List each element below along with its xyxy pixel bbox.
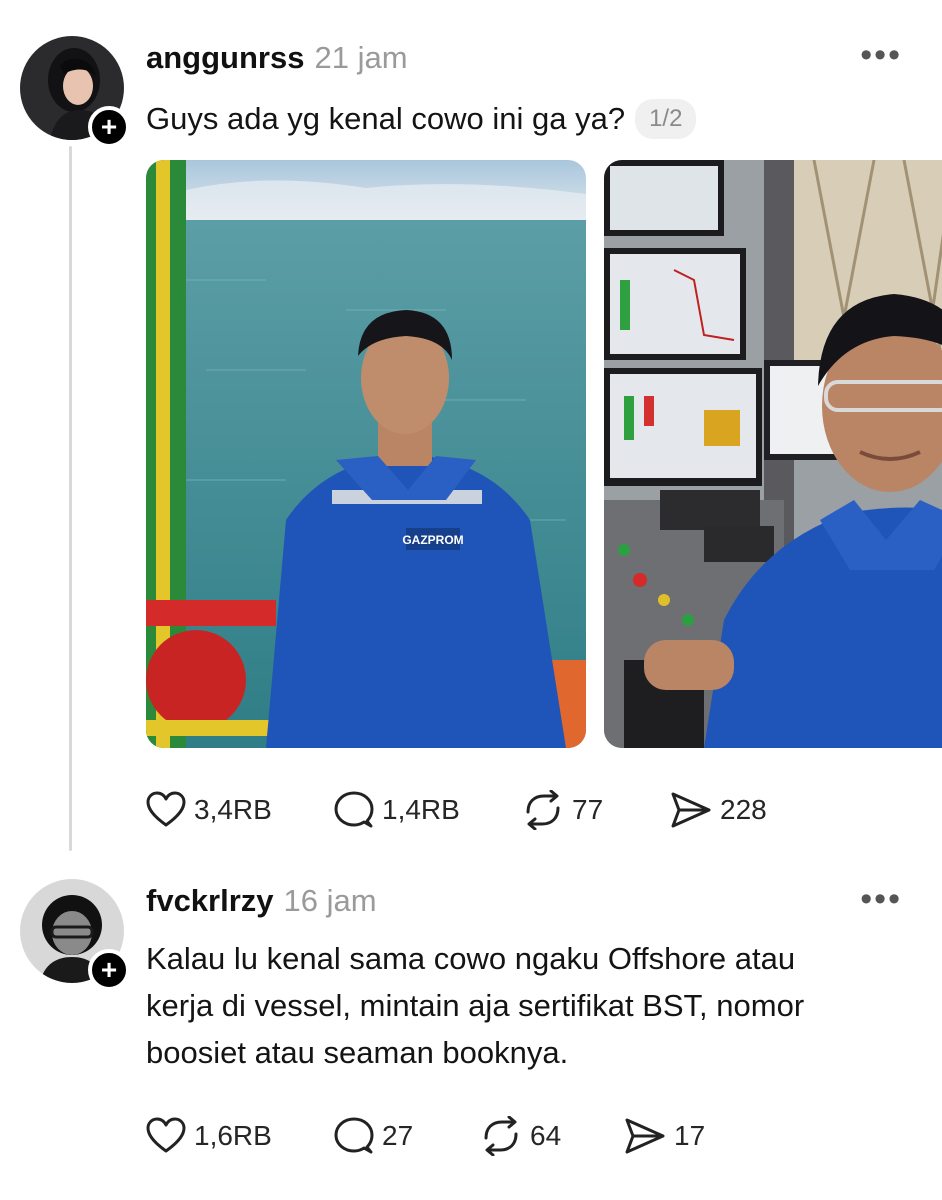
- share-count: 17: [674, 1120, 706, 1151]
- thread-connector-line: [69, 146, 72, 851]
- post-2-text: Kalau lu kenal sama cowo ngaku Offshore …: [146, 935, 804, 1076]
- repost-count: 77: [572, 794, 604, 825]
- comment-icon: [334, 1117, 374, 1154]
- repost-icon: [484, 1116, 518, 1156]
- svg-text:GAZPROM: GAZPROM: [402, 533, 463, 547]
- reply-count: 27: [382, 1120, 414, 1151]
- username[interactable]: fvckrlrzy: [146, 883, 274, 919]
- photo-control-room[interactable]: [604, 160, 942, 748]
- timestamp: 21 jam: [314, 40, 408, 75]
- share-icon: [671, 792, 711, 828]
- heart-icon: [146, 1117, 186, 1153]
- post-text-line: kerja di vessel, mintain aja sertifikat …: [146, 988, 805, 1023]
- follow-plus-icon[interactable]: +: [88, 949, 130, 991]
- like-count: 3,4RB: [194, 794, 272, 825]
- post-2-avatar-wrap: +: [20, 879, 130, 991]
- reply-button[interactable]: 1,4RB: [334, 791, 522, 829]
- share-count: 228: [720, 794, 767, 825]
- more-options-icon[interactable]: •••: [860, 36, 902, 75]
- post-1-text: Guys ada yg kenal cowo ini ga ya? 1/2: [146, 95, 697, 142]
- repost-count: 64: [530, 1120, 562, 1151]
- image-pager-badge: 1/2: [635, 99, 697, 139]
- repost-button[interactable]: 77: [522, 790, 670, 830]
- photo-1-image: GAZPROM: [146, 160, 586, 748]
- share-icon: [625, 1118, 665, 1154]
- like-button[interactable]: 3,4RB: [146, 791, 334, 829]
- photo-offshore-sea[interactable]: GAZPROM: [146, 160, 586, 748]
- comment-icon: [334, 791, 374, 828]
- heart-icon: [146, 791, 186, 827]
- like-button[interactable]: 1,6RB: [146, 1117, 334, 1155]
- repost-button[interactable]: 64: [480, 1116, 624, 1156]
- share-button[interactable]: 228: [670, 791, 767, 829]
- reply-button[interactable]: 27: [334, 1117, 480, 1155]
- post-1-header: anggunrss 21 jam: [146, 40, 408, 76]
- like-count: 1,6RB: [194, 1120, 272, 1151]
- timestamp: 16 jam: [283, 883, 377, 918]
- photo-2-image: [604, 160, 942, 748]
- post-1-avatar-wrap: +: [20, 36, 130, 148]
- post-text: Guys ada yg kenal cowo ini ga ya?: [146, 101, 626, 136]
- post-1-actions: 3,4RB 1,4RB 77 228: [146, 790, 767, 830]
- username[interactable]: anggunrss: [146, 40, 304, 76]
- post-text-line: boosiet atau seaman booknya.: [146, 1035, 569, 1070]
- reply-count: 1,4RB: [382, 794, 460, 825]
- post-1: + anggunrss 21 jam ••• Guys ada yg kenal…: [0, 0, 942, 860]
- post-text-line: Kalau lu kenal sama cowo ngaku Offshore …: [146, 941, 796, 976]
- post-2-actions: 1,6RB 27 64 17: [146, 1116, 705, 1156]
- repost-icon: [526, 790, 560, 830]
- more-options-icon[interactable]: •••: [860, 880, 902, 919]
- post-2-header: fvckrlrzy 16 jam: [146, 883, 377, 919]
- share-button[interactable]: 17: [624, 1117, 705, 1155]
- follow-plus-icon[interactable]: +: [88, 106, 130, 148]
- post-1-media-carousel[interactable]: GAZPROM: [146, 160, 942, 748]
- post-2: + fvckrlrzy 16 jam ••• Kalau lu kenal sa…: [0, 860, 942, 1200]
